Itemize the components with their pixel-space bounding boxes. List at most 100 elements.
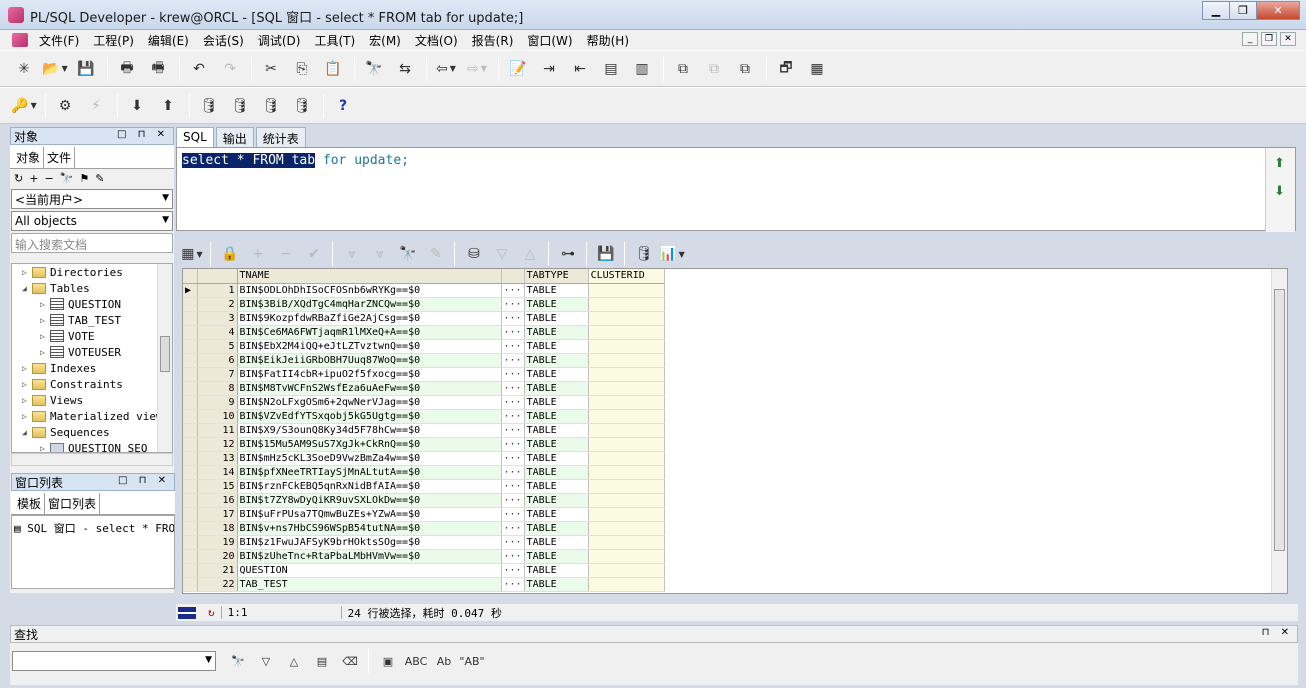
windows-icon[interactable]: 🗗 [774,57,798,81]
cell-tname[interactable]: BIN$ODLOhDhISoCFOSnb6wRYKg==$0 [237,283,502,298]
refresh-icon[interactable]: ↻ [14,172,23,185]
expand-icon[interactable]: ▷ [40,332,50,341]
panel-controls[interactable]: □ ⊓ ✕ [117,129,169,140]
sql-window-icon[interactable] [12,33,28,47]
collapse-icon[interactable]: ◢ [22,284,32,293]
table-row[interactable]: 9 BIN$N2oLFxgOSm6+2qwNerVJag==$0 ··· TABLE [183,395,665,410]
table-row[interactable]: 17 BIN$uFrPUsa7TQmwBuZEs+YZwA==$0 ··· TABLE [183,507,665,522]
menu-window[interactable]: 窗口(W) [520,32,579,49]
expand-icon[interactable]: ▷ [22,364,32,373]
cut-icon[interactable]: ✂ [259,57,283,81]
clear-icon[interactable]: ✎ [424,242,448,266]
cell-edit-button[interactable]: ··· [501,479,525,494]
lock-icon[interactable]: 🔒 [218,242,242,266]
new-sql-window-icon[interactable]: 🛢 [197,94,221,118]
table-row[interactable]: 12 BIN$15Mu5AM9SuS7XgJk+CkRnQ==$0 ··· TABLE [183,437,665,452]
user-select[interactable]: <当前用户> ▼ [11,189,173,209]
cell-edit-button[interactable]: ··· [501,395,525,410]
cell-tabtype[interactable]: TABLE [524,367,589,382]
test-window-icon[interactable]: 🛢 [290,94,314,118]
cell-clusterid[interactable] [588,493,665,508]
maximize-button[interactable]: ❐ [1229,1,1257,20]
panel-controls[interactable]: □ ⊓ ✕ [118,475,170,486]
tree-node[interactable]: ◢ Sequences [12,424,172,440]
column-header-tname[interactable]: TNAME [237,269,502,284]
cell-tabtype[interactable]: TABLE [524,507,589,522]
expand-icon[interactable]: ▷ [22,396,32,405]
cell-clusterid[interactable] [588,353,665,368]
find-in-grid-icon[interactable]: 🔭 [396,242,420,266]
cell-edit-button[interactable]: ··· [501,493,525,508]
tab-objects[interactable]: 对象 [13,147,45,168]
delete-record-icon[interactable]: − [274,242,298,266]
paste-icon[interactable]: 📋 [321,57,345,81]
cell-edit-button[interactable]: ··· [501,521,525,536]
cell-clusterid[interactable] [588,563,665,578]
object-tree[interactable]: ▷ Directories ◢ Tables ▷ QUESTION ▷ TAB_TEST ▷ VO… [11,263,173,453]
mdi-minimize-button[interactable]: _ [1242,32,1258,46]
panel-controls[interactable]: ⊓ ✕ [1262,627,1293,638]
cell-edit-button[interactable]: ··· [501,465,525,480]
execute-gear-icon[interactable]: ⚙ [53,94,77,118]
tree-hscrollbar[interactable] [11,453,173,466]
rollback-icon[interactable]: ⬆ [156,94,180,118]
cell-clusterid[interactable] [588,465,665,480]
tab-files[interactable]: 文件 [44,147,76,168]
cell-tname[interactable]: BIN$X9/S3ounQ8Ky34d5F78hCw==$0 [237,423,502,438]
command-window-icon[interactable]: 🛢 [259,94,283,118]
grid-icon[interactable]: ▦ [805,57,829,81]
cell-edit-button[interactable]: ··· [501,563,525,578]
cell-edit-button[interactable]: ··· [501,437,525,452]
cell-tname[interactable]: BIN$v+ns7HbCS96WSpB54tutNA==$0 [237,521,502,536]
cell-tabtype[interactable]: TABLE [524,339,589,354]
tree-node[interactable]: ▷ VOTE [12,328,172,344]
cell-tabtype[interactable]: TABLE [524,479,589,494]
cell-edit-button[interactable]: ··· [501,577,525,592]
cell-tname[interactable]: BIN$VZvEdfYTSxqobj5kG5Ugtg==$0 [237,409,502,424]
tree-node[interactable]: ▷ Constraints [12,376,172,392]
tab-templates[interactable]: 模板 [14,493,46,514]
tree-node[interactable]: ▷ Views [12,392,172,408]
cell-tname[interactable]: TAB_TEST [237,577,502,592]
expand-icon[interactable]: ▷ [22,268,32,277]
cell-edit-button[interactable]: ··· [501,353,525,368]
remove-icon[interactable]: − [44,172,53,185]
menu-tools[interactable]: 工具(T) [307,32,362,49]
cell-tname[interactable]: BIN$t7ZY8wDyQiKR9uvSXLOkDw==$0 [237,493,502,508]
table-row[interactable]: 7 BIN$FatII4cbR+ipuO2f5fxocg==$0 ··· TABLE [183,367,665,382]
cell-edit-button[interactable]: ··· [501,367,525,382]
window-list-item[interactable]: SQL 窗口 - select * FROM [27,522,174,535]
cell-tabtype[interactable]: TABLE [524,381,589,396]
result-grid[interactable]: TNAME TABTYPE CLUSTERID ▶ 1 BIN$ODLOhDhISo… [182,268,1288,594]
window-tile-icon[interactable]: ⧉ [671,57,695,81]
cell-tname[interactable]: QUESTION [237,563,502,578]
table-row[interactable]: 4 BIN$Ce6MA6FWTjaqmR1lMXeQ+A==$0 ··· TABLE [183,325,665,340]
cell-tabtype[interactable]: TABLE [524,409,589,424]
unindent-icon[interactable]: ⇤ [568,57,592,81]
column-header-clusterid[interactable]: CLUSTERID [588,269,665,284]
fetch-last-icon[interactable]: ⩔ [368,242,392,266]
table-row[interactable]: 5 BIN$EbX2M4iQQ+eJtLZTvztwnQ==$0 ··· TABLE [183,339,665,354]
table-row[interactable]: 20 BIN$zUheTnc+RtaPbaLMbHVmVw==$0 ··· TABLE [183,549,665,564]
tab-window-list[interactable]: 窗口列表 [45,493,101,514]
filter-edit-icon[interactable]: ✎ [95,172,104,185]
eraser-icon[interactable]: ⌫ [338,649,362,673]
cell-tabtype[interactable]: TABLE [524,563,589,578]
object-type-select[interactable]: All objects ▼ [11,211,173,231]
expand-icon[interactable]: ▷ [22,380,32,389]
template-icon[interactable]: 📝 [506,57,530,81]
cell-tname[interactable]: BIN$mHz5cKL3SoeD9VwzBmZa4w==$0 [237,451,502,466]
filter-icon[interactable]: ⚑ [79,172,89,185]
grid-select-icon[interactable]: ▦ ▼ [180,242,204,266]
find-icon[interactable]: 🔭 [362,57,386,81]
table-row[interactable]: 10 BIN$VZvEdfYTSxqobj5kG5Ugtg==$0 ··· TABLE [183,409,665,424]
find-next-icon[interactable]: ▽ [254,649,278,673]
print-preview-icon[interactable]: 🖷 [146,57,170,81]
cell-tabtype[interactable]: TABLE [524,535,589,550]
tree-node[interactable]: ◢ Tables [12,280,172,296]
menu-debug[interactable]: 调试(D) [251,32,308,49]
tree-node[interactable]: ▷ TAB_TEST [12,312,172,328]
print-icon[interactable]: 🖶 [115,57,139,81]
table-row[interactable]: 22 TAB_TEST ··· TABLE [183,577,665,592]
tree-node[interactable]: ▷ Materialized view [12,408,172,424]
